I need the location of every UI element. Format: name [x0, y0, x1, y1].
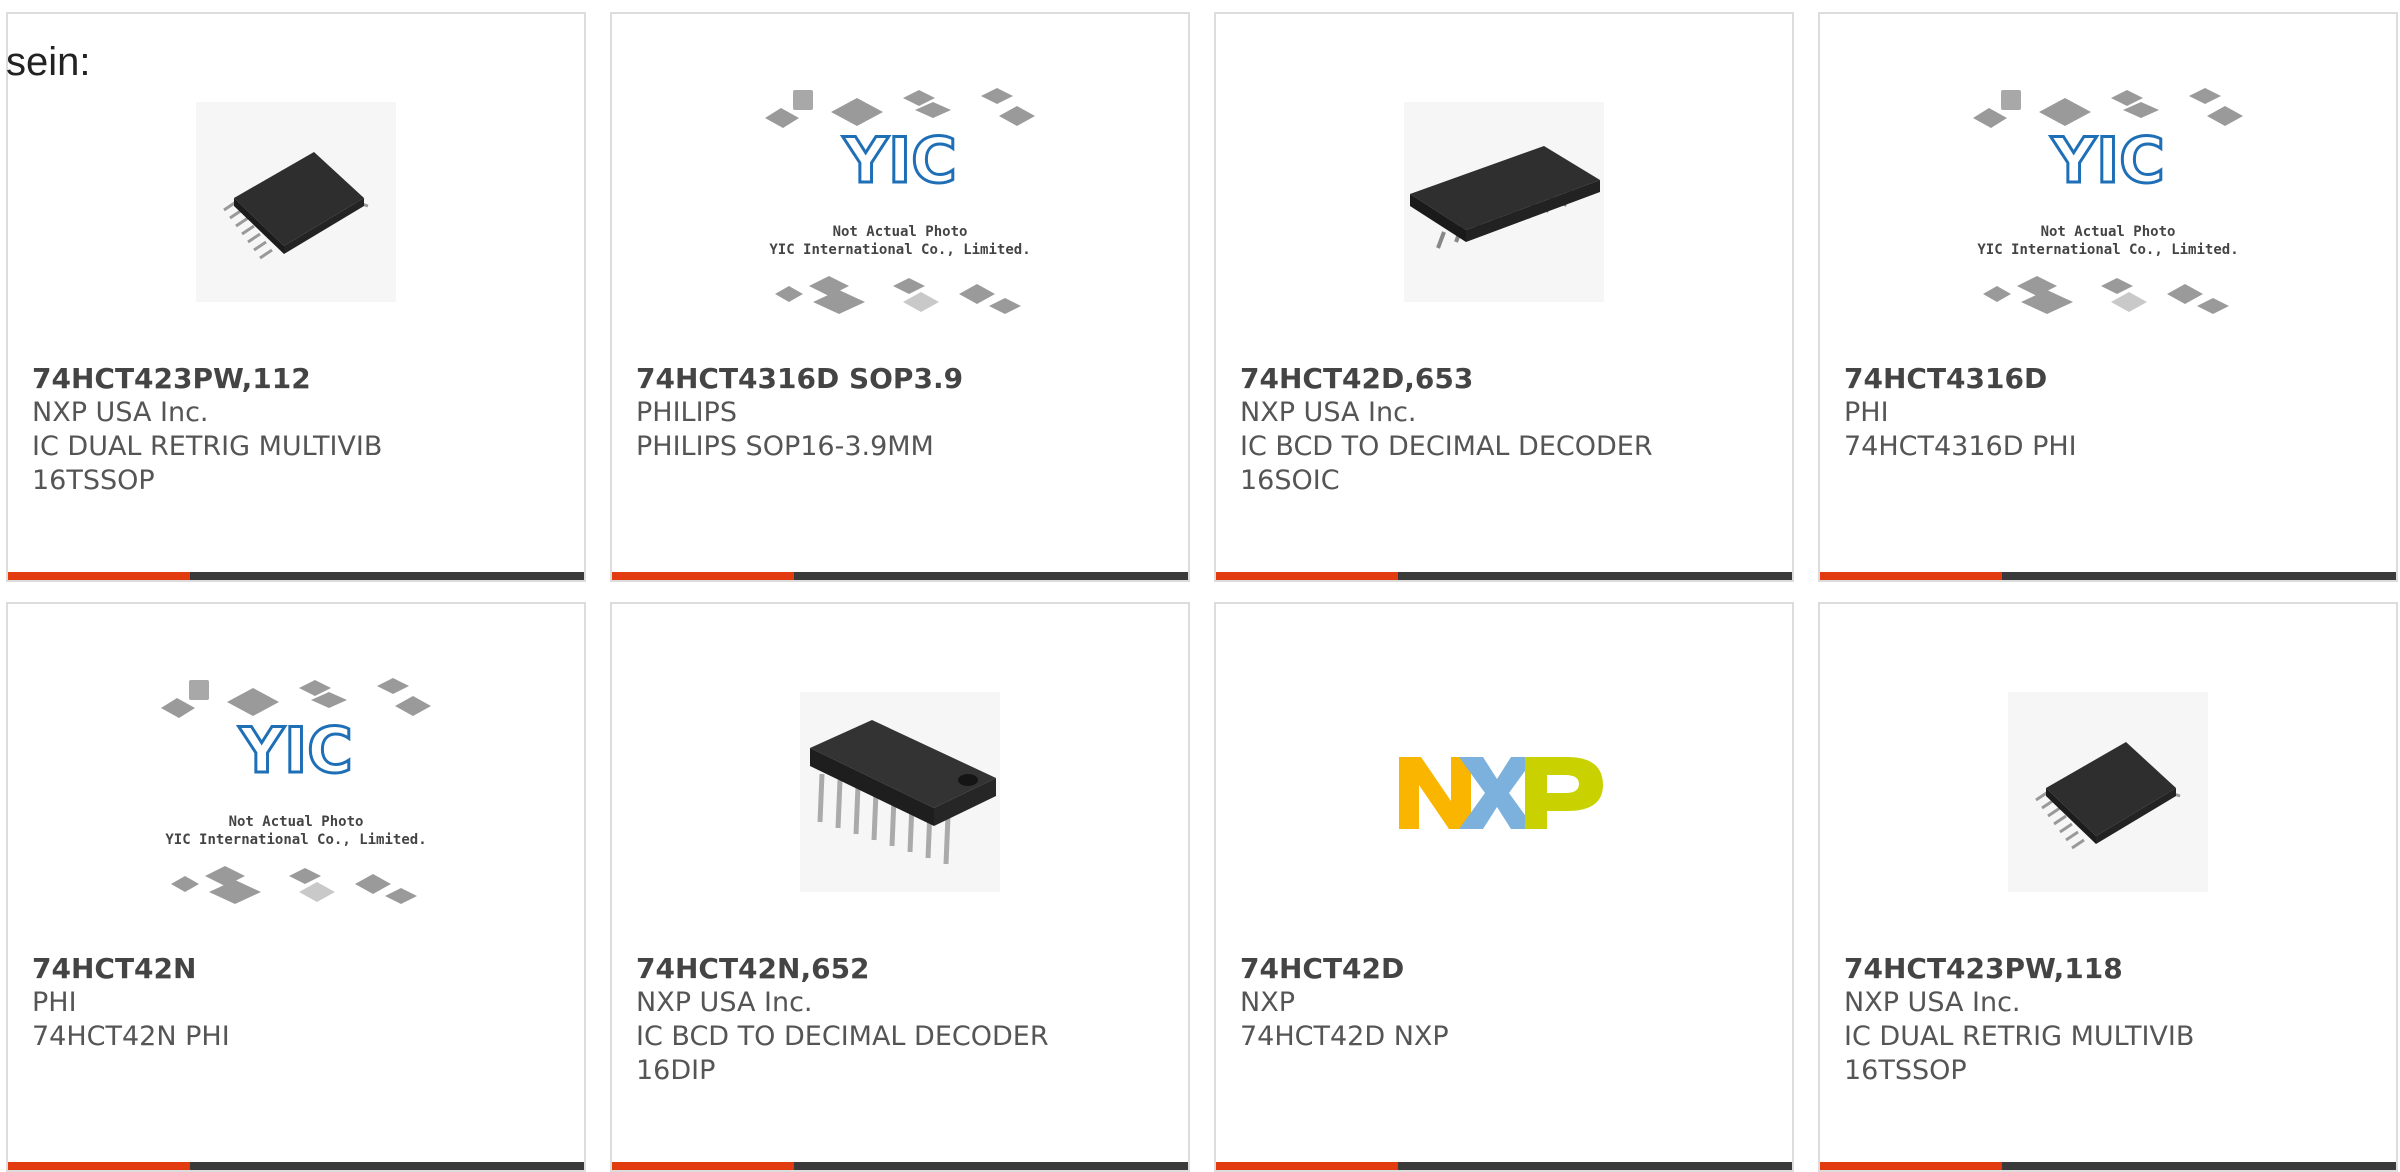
card-accent-bar [1216, 1162, 1398, 1170]
yic-logo-text: YIC [238, 714, 352, 787]
product-image[interactable] [1973, 672, 2243, 912]
product-package: 16SOIC [1240, 465, 1340, 496]
chip-image-icon [1404, 102, 1604, 302]
product-image[interactable]: YIC Not Actual Photo YIC International C… [161, 672, 431, 912]
card-bottom-bar [1820, 572, 2396, 580]
chip-image-icon [196, 102, 396, 302]
product-package: 16TSSOP [1844, 1055, 1967, 1086]
product-description: IC DUAL RETRIG MULTIVIB [32, 431, 383, 462]
product-card[interactable]: 74HCT423PW,112 NXP USA Inc. IC DUAL RETRIG… [6, 12, 586, 582]
yic-logo-text: YIC [842, 124, 956, 197]
product-image[interactable] [1369, 672, 1639, 912]
product-info: 74HCT42D,653 NXP USA Inc. IC BCD TO DECIMA… [1240, 362, 1772, 498]
card-accent-bar [8, 572, 190, 580]
product-manufacturer: NXP USA Inc. [1844, 987, 2021, 1018]
card-bottom-bar [1216, 1162, 1792, 1170]
section-heading: sein: [6, 40, 91, 84]
card-bottom-bar [1820, 1162, 2396, 1170]
product-manufacturer: NXP [1240, 987, 1295, 1018]
product-card[interactable]: 74HCT42D NXP 74HCT42D NXP [1214, 602, 1794, 1172]
card-accent-bar [1216, 572, 1398, 580]
yic-placeholder-icon: YIC Not Actual Photo YIC International C… [161, 678, 431, 904]
product-description: IC BCD TO DECIMAL DECODER [1240, 431, 1653, 462]
card-accent-bar [612, 572, 794, 580]
svg-text:YIC International Co., Limited: YIC International Co., Limited. [165, 832, 426, 848]
product-image[interactable] [765, 672, 1035, 912]
yic-placeholder-icon: YIC Not Actual Photo YIC International C… [765, 88, 1035, 314]
product-description: 74HCT4316D PHI [1844, 431, 2077, 462]
product-package: 16DIP [636, 1055, 716, 1086]
nxp-logo-icon [1399, 757, 1603, 829]
card-bottom-bar [8, 1162, 584, 1170]
product-part-number[interactable]: 74HCT42D [1240, 952, 1772, 986]
product-part-number[interactable]: 74HCT4316D SOP3.9 [636, 362, 1168, 396]
product-info: 74HCT42N,652 NXP USA Inc. IC BCD TO DECIMA… [636, 952, 1168, 1088]
product-info: 74HCT42N PHI 74HCT42N PHI [32, 952, 564, 1054]
product-info: 74HCT423PW,112 NXP USA Inc. IC DUAL RETRIG… [32, 362, 564, 498]
product-card[interactable]: YIC Not Actual Photo YIC International C… [610, 12, 1190, 582]
product-part-number[interactable]: 74HCT42D,653 [1240, 362, 1772, 396]
product-image[interactable]: YIC Not Actual Photo YIC International C… [765, 82, 1035, 322]
product-package: 16TSSOP [32, 465, 155, 496]
card-accent-bar [1820, 572, 2002, 580]
svg-text:YIC International Co., Limited: YIC International Co., Limited. [1977, 242, 2238, 258]
svg-text:Not Actual Photo: Not Actual Photo [833, 224, 968, 240]
product-manufacturer: PHI [1844, 397, 1889, 428]
svg-text:Not Actual Photo: Not Actual Photo [229, 814, 364, 830]
svg-text:Not Actual Photo: Not Actual Photo [2041, 224, 2176, 240]
product-part-number[interactable]: 74HCT423PW,112 [32, 362, 564, 396]
product-image[interactable] [161, 82, 431, 322]
product-card[interactable]: 74HCT423PW,118 NXP USA Inc. IC DUAL RETRIG… [1818, 602, 2398, 1172]
product-description: 74HCT42N PHI [32, 1021, 230, 1052]
product-description: 74HCT42D NXP [1240, 1021, 1449, 1052]
product-manufacturer: NXP USA Inc. [636, 987, 813, 1018]
yic-logo-text: YIC [2050, 124, 2164, 197]
product-card[interactable]: YIC Not Actual Photo YIC International C… [6, 602, 586, 1172]
card-bottom-bar [8, 572, 584, 580]
card-accent-bar [612, 1162, 794, 1170]
product-part-number[interactable]: 74HCT42N,652 [636, 952, 1168, 986]
chip-image-icon [800, 692, 1000, 892]
product-manufacturer: NXP USA Inc. [32, 397, 209, 428]
product-card[interactable]: 74HCT42D,653 NXP USA Inc. IC BCD TO DECIMA… [1214, 12, 1794, 582]
yic-placeholder-icon: YIC Not Actual Photo YIC International C… [1973, 88, 2243, 314]
product-manufacturer: PHI [32, 987, 77, 1018]
card-accent-bar [1820, 1162, 2002, 1170]
product-part-number[interactable]: 74HCT42N [32, 952, 564, 986]
product-description: IC BCD TO DECIMAL DECODER [636, 1021, 1049, 1052]
product-image[interactable]: YIC Not Actual Photo YIC International C… [1973, 82, 2243, 322]
card-bottom-bar [1216, 572, 1792, 580]
product-card[interactable]: 74HCT42N,652 NXP USA Inc. IC BCD TO DECIMA… [610, 602, 1190, 1172]
product-description: IC DUAL RETRIG MULTIVIB [1844, 1021, 2195, 1052]
card-accent-bar [8, 1162, 190, 1170]
product-card[interactable]: YIC Not Actual Photo YIC International C… [1818, 12, 2398, 582]
product-part-number[interactable]: 74HCT423PW,118 [1844, 952, 2376, 986]
product-manufacturer: NXP USA Inc. [1240, 397, 1417, 428]
svg-text:YIC International Co., Limited: YIC International Co., Limited. [769, 242, 1030, 258]
product-info: 74HCT423PW,118 NXP USA Inc. IC DUAL RETRIG… [1844, 952, 2376, 1088]
product-info: 74HCT4316D SOP3.9 PHILIPS PHILIPS SOP16-3.… [636, 362, 1168, 464]
product-part-number[interactable]: 74HCT4316D [1844, 362, 2376, 396]
product-description: PHILIPS SOP16-3.9MM [636, 431, 934, 462]
product-info: 74HCT42D NXP 74HCT42D NXP [1240, 952, 1772, 1054]
product-manufacturer: PHILIPS [636, 397, 737, 428]
product-image[interactable] [1369, 82, 1639, 322]
card-bottom-bar [612, 1162, 1188, 1170]
product-info: 74HCT4316D PHI 74HCT4316D PHI [1844, 362, 2376, 464]
card-bottom-bar [612, 572, 1188, 580]
chip-image-icon [2008, 692, 2208, 892]
